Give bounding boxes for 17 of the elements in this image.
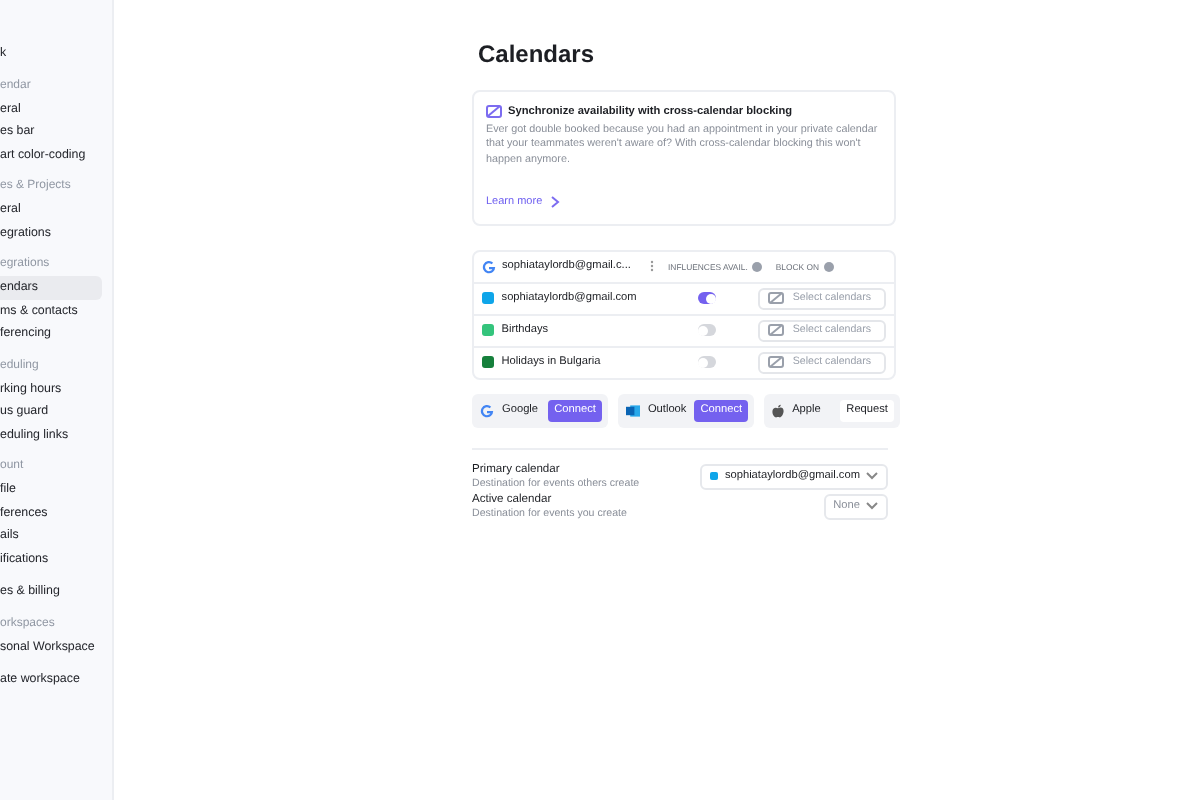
page-title: Calendars [478, 40, 597, 68]
info-icon[interactable] [823, 261, 834, 272]
chevron-down-icon [866, 502, 878, 511]
google-icon [480, 403, 494, 418]
toggle-switch[interactable] [697, 324, 717, 337]
toggle-switch[interactable] [697, 292, 717, 305]
google-icon [482, 259, 496, 274]
calendar-block-icon [768, 356, 785, 369]
chevron-right-icon [550, 195, 561, 208]
calendar-block-icon [768, 324, 785, 337]
info-icon[interactable] [751, 261, 762, 272]
calendar-block-icon [768, 292, 785, 305]
chevron-down-icon [866, 472, 878, 481]
apple-icon [772, 403, 785, 418]
calendar-block-icon [486, 104, 502, 118]
outlook-icon [625, 403, 640, 418]
toggle-switch[interactable] [697, 356, 717, 369]
